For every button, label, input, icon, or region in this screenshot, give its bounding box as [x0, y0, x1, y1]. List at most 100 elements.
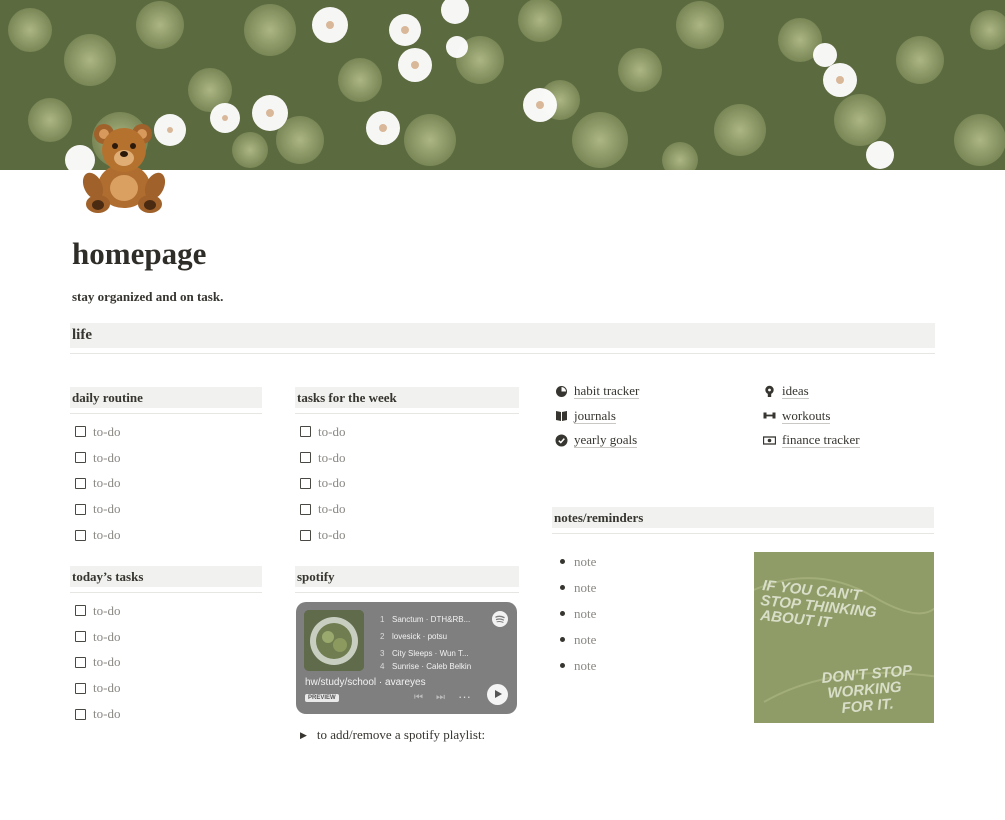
note-label: note: [574, 631, 597, 647]
money-icon: [763, 436, 776, 445]
track-name: Sunrise · Caleb Belkin: [392, 662, 472, 670]
track-name: lovesick · potsu: [392, 632, 448, 641]
todo-label: to-do: [93, 527, 121, 543]
checkbox[interactable]: [75, 426, 86, 438]
lightbulb-icon: [765, 385, 774, 397]
todo-item[interactable]: to-do: [75, 496, 120, 522]
track-item[interactable]: 2 lovesick · potsu: [380, 628, 490, 645]
todo-label: to-do: [93, 628, 121, 644]
bullet: [560, 663, 565, 668]
todo-item[interactable]: to-do: [300, 496, 345, 522]
next-track-icon[interactable]: ⏭: [436, 692, 445, 703]
todo-item[interactable]: to-do: [75, 598, 120, 624]
track-item[interactable]: 4 Sunrise · Caleb Belkin: [380, 662, 490, 670]
todo-item[interactable]: to-do: [300, 471, 345, 497]
note-item[interactable]: note: [560, 653, 596, 679]
motivational-quote-image[interactable]: IF YOU CAN'T STOP THINKING ABOUT IT DON'…: [754, 552, 934, 723]
notes-list: note note note note note: [560, 549, 596, 678]
tasks-for-week-heading: tasks for the week: [295, 387, 519, 408]
checkbox[interactable]: [75, 682, 86, 694]
todo-item[interactable]: to-do: [75, 419, 120, 445]
spotify-heading: spotify: [295, 566, 519, 587]
note-item[interactable]: note: [560, 627, 596, 653]
checkbox[interactable]: [75, 477, 86, 489]
section-divider: [70, 353, 935, 354]
notes-reminders-heading: notes/reminders: [552, 507, 934, 528]
track-number: 2: [380, 632, 385, 641]
note-label: note: [574, 553, 597, 569]
checkbox[interactable]: [75, 708, 86, 720]
checkbox[interactable]: [300, 452, 311, 464]
links-column-right: ideas workouts finance tracker: [763, 379, 860, 453]
todo-item[interactable]: to-do: [300, 522, 345, 548]
todo-item[interactable]: to-do: [75, 471, 120, 497]
todo-item[interactable]: to-do: [75, 445, 120, 471]
spotify-logo-icon[interactable]: [492, 611, 508, 627]
playlist-name[interactable]: hw/study/school · avareyes: [305, 677, 426, 688]
link-label: habit tracker: [574, 383, 640, 400]
divider: [70, 592, 262, 593]
track-number: 1: [380, 615, 385, 624]
track-number: 4: [380, 662, 385, 670]
note-item[interactable]: note: [560, 549, 596, 575]
link-workouts[interactable]: workouts: [763, 404, 860, 429]
play-button[interactable]: [487, 684, 508, 705]
todo-item[interactable]: to-do: [75, 701, 120, 727]
pie-chart-icon: [556, 385, 567, 397]
checkbox[interactable]: [75, 452, 86, 464]
link-ideas[interactable]: ideas: [763, 379, 860, 404]
checkbox[interactable]: [75, 605, 86, 617]
checkbox[interactable]: [75, 529, 86, 541]
todo-item[interactable]: to-do: [75, 624, 120, 650]
badge-check-icon: [555, 434, 568, 447]
checkbox[interactable]: [300, 477, 311, 489]
checkbox[interactable]: [75, 656, 86, 668]
spotify-embed[interactable]: 1 Sanctum · DTH&RB... 2 lovesick · potsu 3…: [296, 602, 517, 714]
todo-label: to-do: [93, 475, 121, 491]
divider: [70, 413, 262, 414]
dumbbell-icon: [763, 412, 776, 419]
todo-label: to-do: [318, 423, 346, 439]
spotify-toggle[interactable]: ▶ to add/remove a spotify playlist:: [300, 727, 485, 743]
link-habit-tracker[interactable]: habit tracker: [555, 379, 640, 404]
previous-track-icon[interactable]: ⏮: [414, 692, 423, 703]
todo-label: to-do: [318, 527, 346, 543]
todo-label: to-do: [93, 654, 121, 670]
bullet: [560, 585, 565, 591]
link-journals[interactable]: journals: [555, 404, 639, 429]
note-label: note: [574, 605, 597, 621]
triangle-right-icon[interactable]: ▶: [300, 730, 307, 741]
more-options-icon[interactable]: ···: [458, 689, 471, 704]
link-yearly-goals[interactable]: yearly goals: [555, 428, 639, 453]
teddy-bear-icon[interactable]: [76, 118, 172, 214]
checkbox[interactable]: [300, 529, 311, 541]
link-label: ideas: [782, 383, 809, 400]
todo-item[interactable]: to-do: [75, 675, 120, 701]
track-item[interactable]: 3 City Sleeps · Wun T...: [380, 645, 490, 662]
checkbox[interactable]: [75, 631, 86, 643]
link-finance-tracker[interactable]: finance tracker: [763, 428, 860, 453]
track-item[interactable]: 1 Sanctum · DTH&RB...: [380, 611, 490, 628]
todo-item[interactable]: to-do: [300, 445, 345, 471]
link-label: journals: [574, 407, 616, 424]
checkbox[interactable]: [75, 503, 86, 515]
note-item[interactable]: note: [560, 601, 596, 627]
todo-item[interactable]: to-do: [75, 522, 120, 548]
section-heading-life: life: [70, 323, 935, 348]
todays-tasks-heading: today’s tasks: [70, 566, 262, 587]
checkbox[interactable]: [300, 426, 311, 438]
todo-label: to-do: [318, 501, 346, 517]
playlist-cover-art[interactable]: [304, 610, 364, 671]
book-icon: [556, 411, 567, 422]
note-item[interactable]: note: [560, 575, 596, 601]
page-subtitle: stay organized and on task.: [72, 289, 224, 304]
checkbox[interactable]: [300, 503, 311, 515]
link-label: yearly goals: [574, 432, 638, 449]
todo-label: to-do: [318, 449, 346, 465]
todo-item[interactable]: to-do: [300, 419, 345, 445]
page-title[interactable]: homepage: [72, 236, 206, 272]
todo-item[interactable]: to-do: [75, 650, 120, 676]
divider: [295, 413, 519, 414]
divider: [295, 592, 519, 593]
bullet: [560, 559, 565, 565]
